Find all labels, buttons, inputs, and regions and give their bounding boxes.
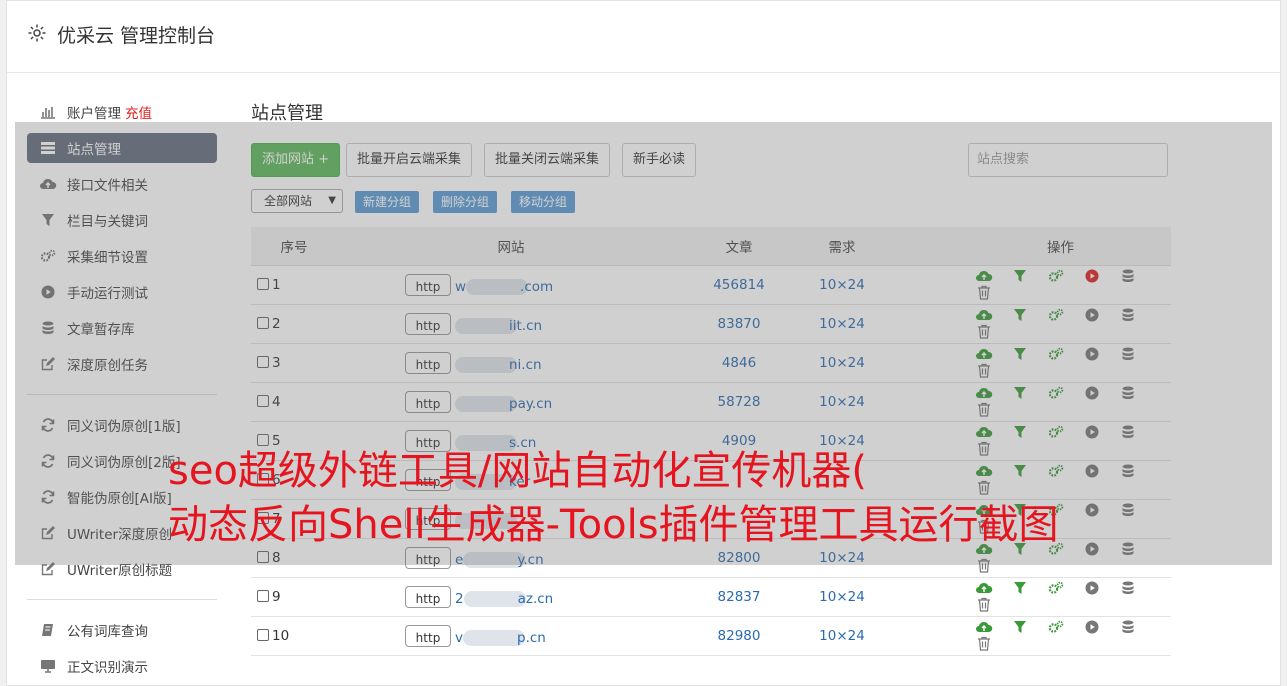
articles-cell[interactable]: 82837 [691,577,787,617]
sidebar-item[interactable]: 公有词库查询 [27,612,217,648]
articles-cell[interactable]: 82980 [691,616,787,656]
sidebar-item-label: 公有词库查询 [67,624,148,640]
row-checkbox[interactable] [257,589,269,602]
row-checkbox[interactable] [257,628,269,641]
gears-icon[interactable] [1047,581,1065,597]
site-cell: http v p.cn [331,616,691,656]
watermark-line-2: 动态反向Shell生成器-Tools插件管理工具运行截图 [168,502,1059,548]
monitor-icon [39,658,57,674]
row-number: 9 [272,588,281,605]
domain-prefix[interactable]: v [455,630,463,646]
cloud-upload-icon[interactable] [975,581,993,597]
sidebar-item-label: 账户管理 [67,106,121,122]
redacted-mask [463,590,526,607]
cloud-upload-icon[interactable] [975,620,993,636]
redacted-mask [463,629,525,646]
sidebar-item[interactable]: 正文识别演示 [27,648,217,684]
row-number-cell: 10 [251,616,331,656]
protocol-badge: http [405,585,451,608]
bar-chart-icon [39,104,57,120]
database-icon[interactable] [1119,581,1137,597]
filter-icon[interactable] [1011,581,1029,597]
sidebar-item-label: 正文识别演示 [67,660,148,676]
filter-icon[interactable] [1011,620,1029,636]
trash-icon[interactable] [975,597,993,613]
play-circle-icon[interactable] [1083,581,1101,597]
gear-icon [28,24,46,42]
watermark-line-1: seo超级外链工具/网站自动化宣传机器( [168,448,868,494]
recharge-link[interactable]: 充值 [125,102,152,122]
table-row: 9 http 2 az.cn 82837 10×24 [251,577,1171,617]
gears-icon[interactable] [1047,620,1065,636]
domain-suffix[interactable]: az.cn [518,591,554,607]
app-title: 优采云 管理控制台 [57,25,216,47]
domain-prefix[interactable]: 2 [455,591,464,607]
sidebar-divider [27,599,217,600]
table-row: 10 http v p.cn 82980 10×24 [251,616,1171,656]
protocol-badge: http [405,624,451,647]
trash-icon[interactable] [975,636,993,652]
site-cell: http 2 az.cn [331,577,691,617]
play-circle-icon[interactable] [1083,620,1101,636]
top-bar: 优采云 管理控制台 [7,1,1280,73]
ops-cell [897,616,1171,656]
row-number: 10 [272,627,290,644]
demand-cell[interactable]: 10×24 [787,616,897,656]
ops-cell [897,577,1171,617]
demand-cell[interactable]: 10×24 [787,577,897,617]
row-number-cell: 9 [251,577,331,617]
domain-suffix[interactable]: p.cn [517,630,546,646]
book-icon [39,622,57,638]
watermark-caption: seo超级外链工具/网站自动化宣传机器( 动态反向Shell生成器-Tools插… [168,444,1059,552]
database-icon[interactable] [1119,620,1137,636]
